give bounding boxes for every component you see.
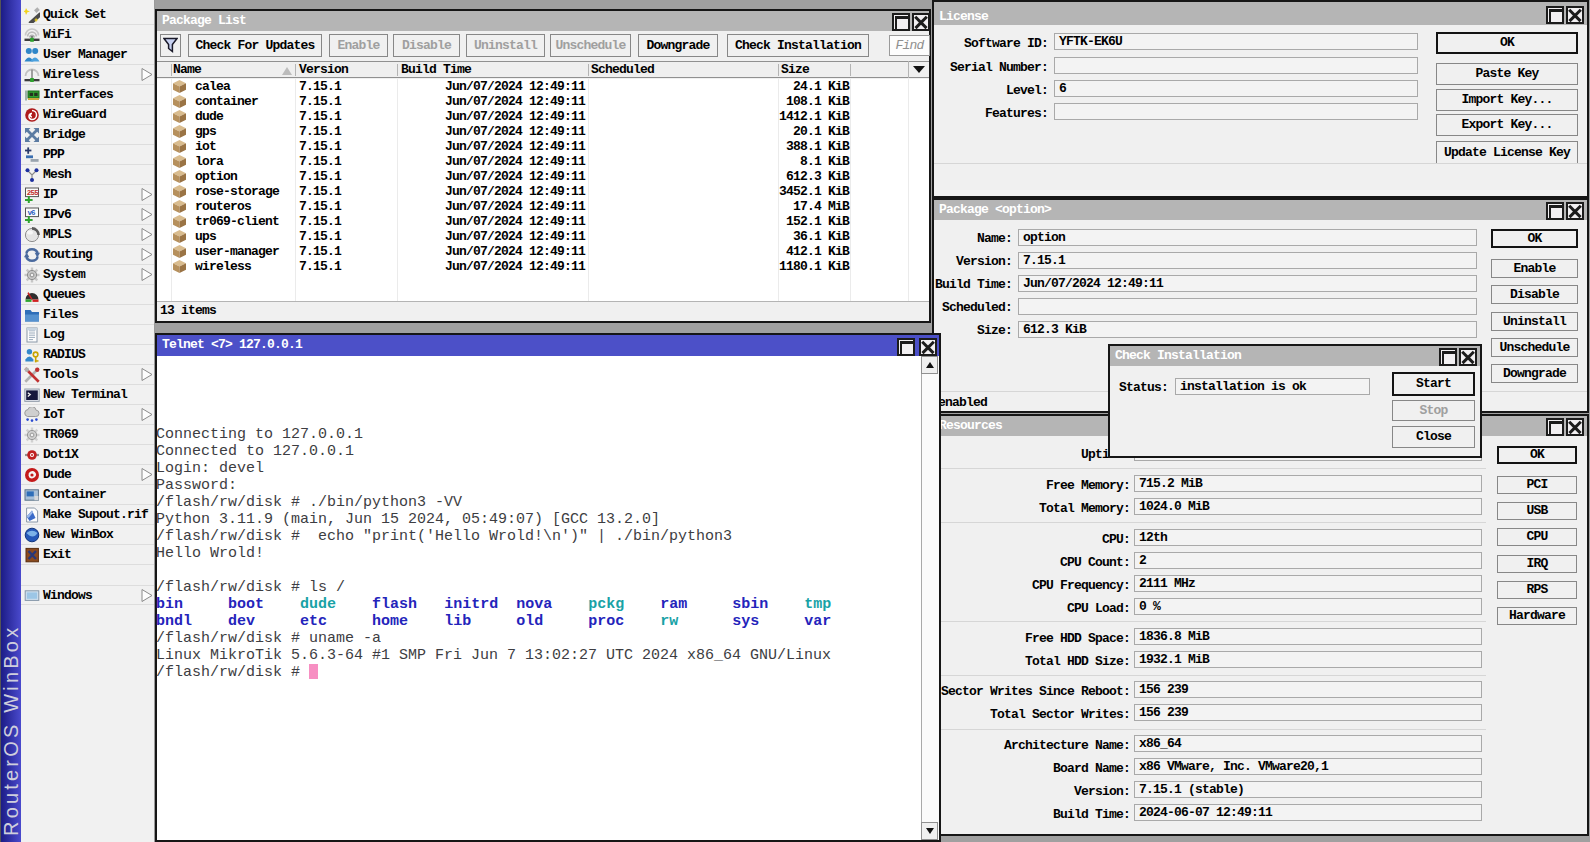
svg-text:v6: v6 xyxy=(27,209,36,217)
svg-text:255: 255 xyxy=(27,189,39,197)
